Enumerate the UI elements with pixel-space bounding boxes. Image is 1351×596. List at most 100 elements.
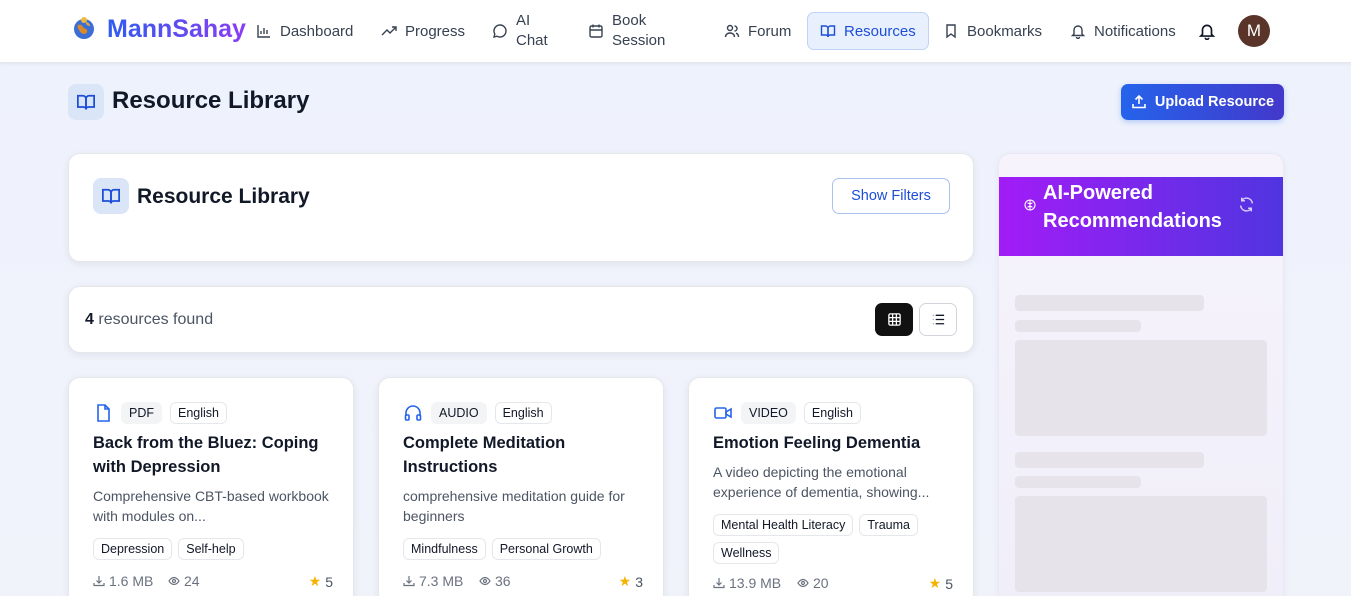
view-count: 36 bbox=[479, 573, 511, 589]
file-icon bbox=[97, 404, 110, 422]
upload-label: Upload Resource bbox=[1154, 94, 1275, 110]
nav-item-resources[interactable]: Resources bbox=[807, 12, 929, 50]
resource-title[interactable]: Emotion Feeling Dementia bbox=[713, 431, 953, 455]
type-badge: VIDEO bbox=[741, 402, 796, 424]
resource-card[interactable]: AUDIO English Complete Meditation Instru… bbox=[378, 377, 664, 596]
refresh-icon[interactable] bbox=[1238, 196, 1255, 213]
resource-card[interactable]: VIDEO English Emotion Feeling Dementia A… bbox=[688, 377, 974, 596]
nav-item-bookmarks[interactable]: Bookmarks bbox=[943, 12, 1042, 50]
nav-item-forum[interactable]: Forum bbox=[724, 12, 791, 50]
nav-label: Resources bbox=[844, 22, 916, 40]
brain-icon bbox=[1024, 199, 1036, 211]
resource-stats: 1.6 MB 24 ★ 5 bbox=[93, 573, 333, 591]
resource-card[interactable]: PDF English Back from the Bluez: Coping … bbox=[68, 377, 354, 596]
ai-recommendations-header: AI-Powered Recommendations bbox=[999, 177, 1283, 256]
star-icon: ★ bbox=[308, 573, 322, 589]
file-size: 13.9 MB bbox=[713, 575, 781, 591]
bell-icon bbox=[1070, 25, 1086, 39]
category-tag: Wellness bbox=[713, 542, 780, 564]
library-title: Resource Library bbox=[137, 185, 310, 208]
brand-name[interactable]: MannSahay bbox=[107, 15, 246, 44]
resource-tags: AUDIO English bbox=[431, 402, 552, 424]
library-icon-box bbox=[93, 178, 129, 214]
resource-description: comprehensive meditation guide for begin… bbox=[403, 488, 625, 524]
nav-item-progress[interactable]: Progress bbox=[381, 12, 465, 50]
rating: ★ 5 bbox=[308, 573, 333, 590]
calendar-icon bbox=[589, 24, 603, 38]
nav-label: Bookmarks bbox=[967, 22, 1043, 40]
view-count: 20 bbox=[797, 575, 829, 591]
language-badge: English bbox=[494, 402, 552, 424]
rating: ★ 5 bbox=[928, 575, 953, 592]
category-tag: Mental Health Literacy bbox=[713, 514, 854, 536]
resource-title[interactable]: Complete Meditation Instructions bbox=[403, 431, 643, 479]
nav-label: Forum bbox=[748, 22, 792, 40]
show-filters-button[interactable]: Show Filters bbox=[832, 178, 950, 214]
grid-icon bbox=[887, 313, 901, 326]
nav-label: Progress bbox=[405, 22, 466, 40]
skeleton-line bbox=[1015, 476, 1141, 488]
skeleton-line bbox=[1015, 295, 1204, 311]
avatar[interactable]: M bbox=[1238, 15, 1270, 47]
eye-icon bbox=[797, 578, 809, 588]
top-navbar: MannSahay Dashboard Progress AI Chat Boo… bbox=[0, 0, 1351, 63]
category-tag: Personal Growth bbox=[491, 538, 601, 560]
file-size: 1.6 MB bbox=[93, 573, 153, 589]
category-tags: Mental Health Literacy Trauma Wellness bbox=[713, 514, 953, 564]
language-badge: English bbox=[803, 402, 861, 424]
trending-up-icon bbox=[381, 26, 397, 36]
nav-label: Dashboard bbox=[280, 22, 354, 40]
list-icon bbox=[932, 314, 944, 325]
page-header-icon bbox=[68, 84, 104, 120]
category-tag: Self-help bbox=[178, 538, 244, 560]
star-icon: ★ bbox=[618, 573, 632, 589]
upload-resource-button[interactable]: Upload Resource bbox=[1121, 84, 1284, 120]
language-badge: English bbox=[170, 402, 227, 424]
resource-description: Comprehensive CBT-based workbook with mo… bbox=[93, 488, 329, 524]
bell-icon[interactable] bbox=[1198, 22, 1216, 40]
resource-description: A video depicting the emotional experien… bbox=[713, 464, 930, 500]
eye-icon bbox=[168, 576, 180, 586]
ai-recommendations-panel: AI-Powered Recommendations bbox=[998, 153, 1284, 596]
download-icon bbox=[403, 576, 415, 587]
book-open-icon bbox=[77, 94, 95, 110]
results-count-number: 4 bbox=[85, 311, 94, 328]
rating: ★ 3 bbox=[618, 573, 643, 590]
list-view-button[interactable] bbox=[919, 303, 957, 336]
category-tags: Mindfulness Personal Growth bbox=[403, 538, 643, 560]
page-title: Resource Library bbox=[112, 87, 310, 114]
users-icon bbox=[724, 24, 740, 38]
nav-label: AI Chat bbox=[516, 12, 548, 49]
resource-tags: PDF English bbox=[121, 402, 227, 424]
ai-recommendations-title: AI-Powered Recommendations bbox=[1043, 182, 1222, 232]
nav-item-book-session[interactable]: Book Session bbox=[588, 12, 672, 50]
star-icon: ★ bbox=[928, 575, 942, 591]
eye-icon bbox=[479, 576, 491, 586]
book-open-icon bbox=[820, 25, 836, 38]
chat-bubble-icon bbox=[493, 24, 507, 38]
headphones-icon bbox=[404, 405, 422, 421]
skeleton-block bbox=[1015, 340, 1267, 436]
results-count-suffix: resources found bbox=[98, 311, 214, 328]
nav-item-ai-chat[interactable]: AI Chat bbox=[492, 12, 556, 50]
bar-chart-icon bbox=[257, 25, 270, 38]
resource-title[interactable]: Back from the Bluez: Coping with Depress… bbox=[93, 431, 333, 479]
globe-logo-icon[interactable] bbox=[72, 16, 96, 40]
grid-view-button[interactable] bbox=[875, 303, 913, 336]
category-tag: Depression bbox=[93, 538, 173, 560]
video-camera-icon bbox=[714, 407, 732, 419]
category-tag: Mindfulness bbox=[403, 538, 486, 560]
nav-label: Book Session bbox=[612, 12, 666, 49]
library-header-card: Resource Library Show Filters bbox=[68, 153, 974, 262]
nav-item-notifications[interactable]: Notifications bbox=[1070, 12, 1176, 50]
resource-tags: VIDEO English bbox=[741, 402, 861, 424]
skeleton-block bbox=[1015, 496, 1267, 592]
category-tag: Trauma bbox=[859, 514, 918, 536]
results-count: 4 resources found bbox=[85, 311, 213, 329]
bookmark-icon bbox=[946, 24, 956, 39]
resource-stats: 13.9 MB 20 ★ 5 bbox=[713, 575, 953, 593]
category-tags: Depression Self-help bbox=[93, 538, 333, 560]
nav-item-dashboard[interactable]: Dashboard bbox=[256, 12, 353, 50]
file-size: 7.3 MB bbox=[403, 573, 463, 589]
skeleton-line bbox=[1015, 320, 1141, 332]
